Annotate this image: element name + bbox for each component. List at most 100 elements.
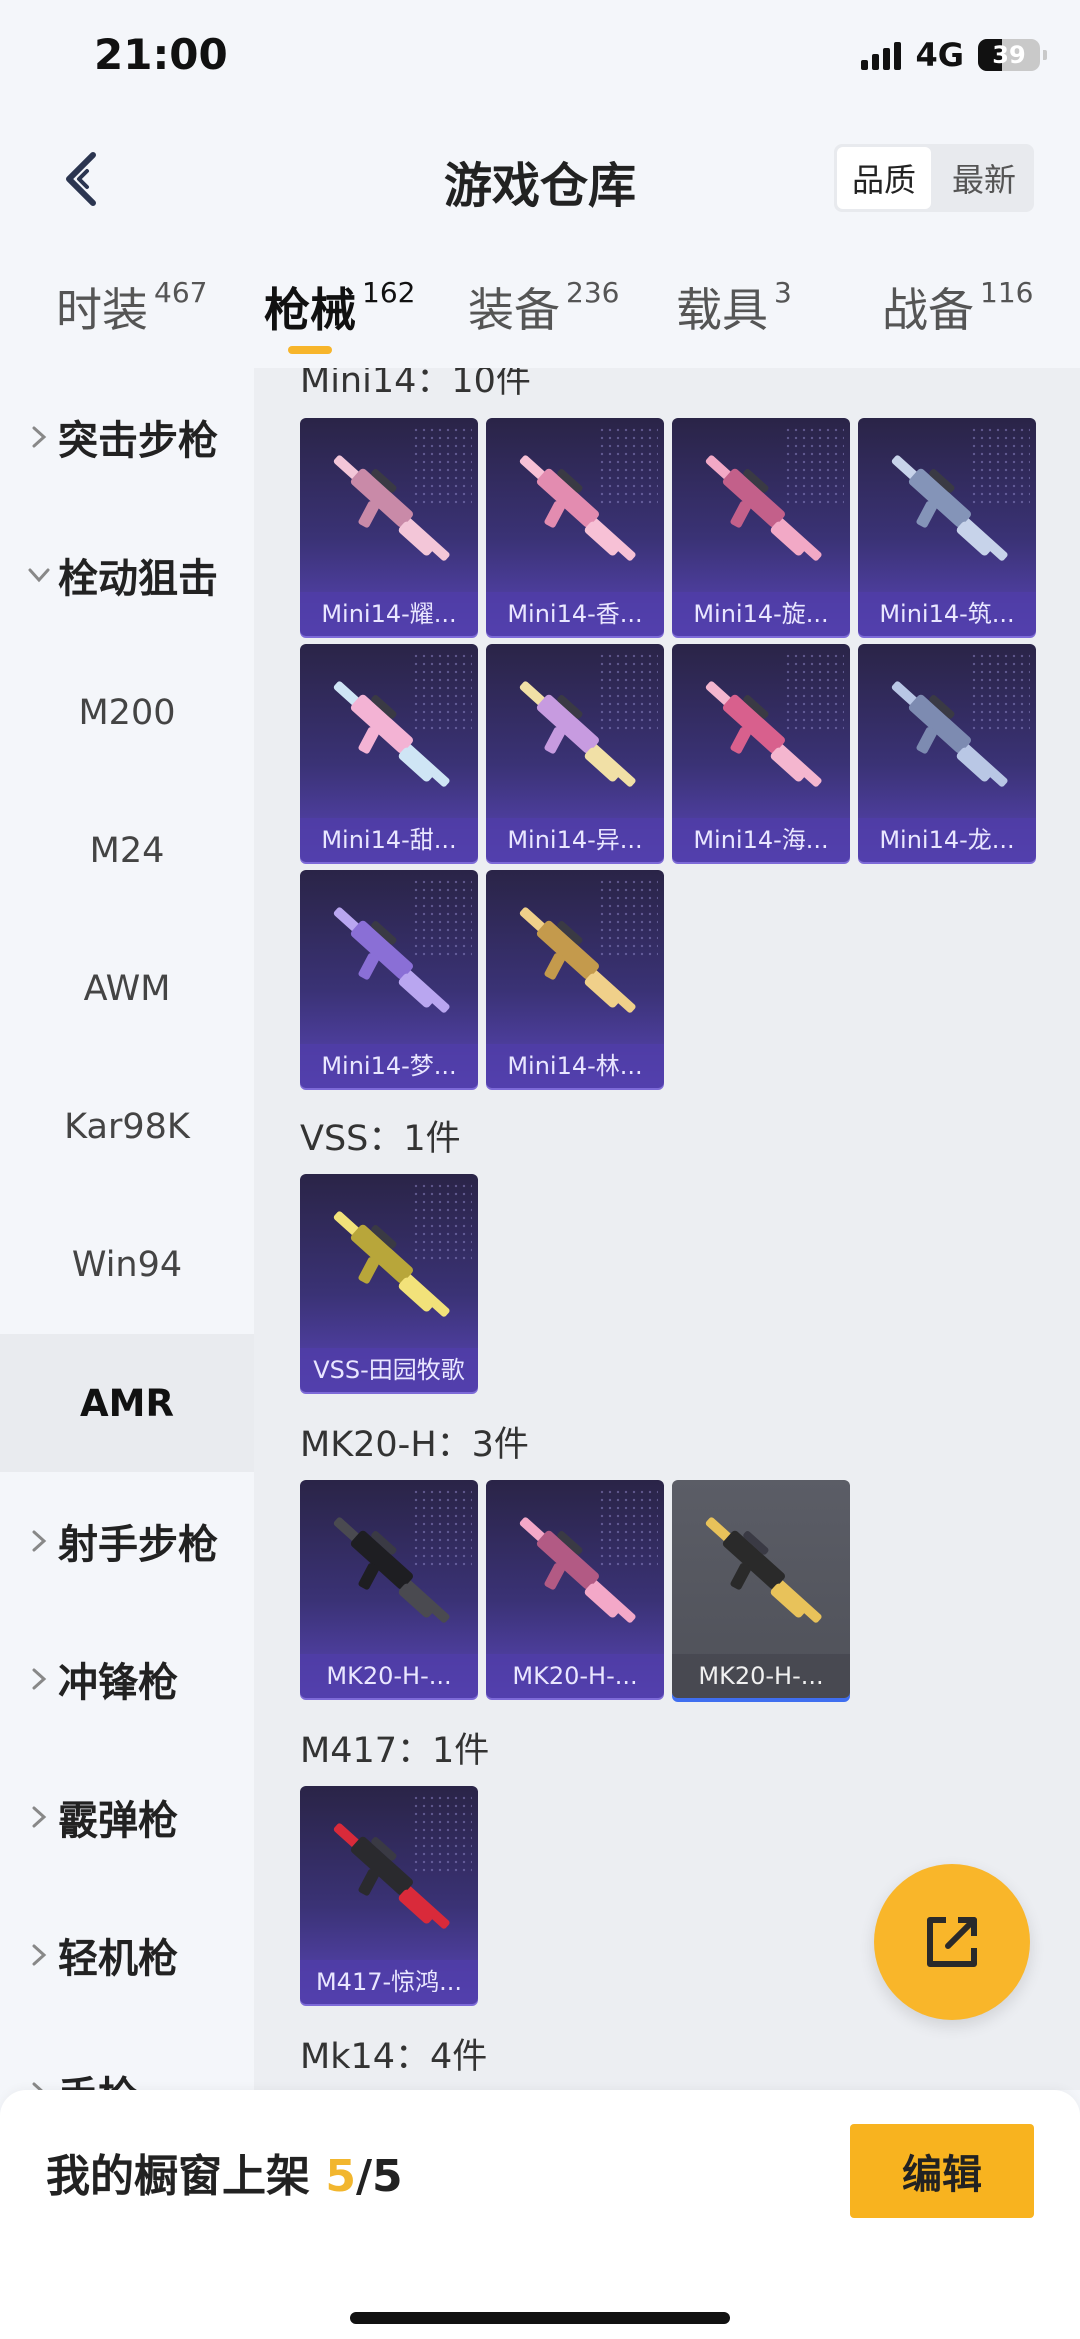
tab-equipment[interactable]: 装备 236: [468, 274, 619, 340]
weapon-tile-label: Mini14-龙...: [858, 818, 1036, 862]
weapon-tile[interactable]: Mini14-异...: [486, 644, 664, 862]
home-indicator: [350, 2312, 730, 2324]
chevron-down-icon: [22, 558, 56, 592]
sidebar-category-marksman-rifle[interactable]: 射手步枪: [0, 1472, 254, 1610]
edit-button[interactable]: 编辑: [850, 2124, 1034, 2218]
chevron-right-icon: [22, 1662, 56, 1696]
sidebar-item-m24[interactable]: M24: [0, 782, 254, 920]
category-tabs: 时装 467 枪械 162 装备 236 载具 3 战备 116: [0, 250, 1080, 368]
weapon-tile[interactable]: Mini14-旋...: [672, 418, 850, 636]
sidebar-category-label: 射手步枪: [58, 1522, 218, 1568]
sidebar-category-label: 手枪: [58, 2064, 138, 2090]
item-grid: MK20-H-... MK20-H-... MK20-H-...: [300, 1480, 1036, 1698]
status-time: 21:00: [94, 30, 228, 79]
weapon-image: [333, 681, 450, 787]
chevron-right-icon: [22, 1800, 56, 1834]
sidebar-category-label: 突击步枪: [58, 418, 218, 464]
chevron-right-icon: [22, 1938, 56, 1972]
sidebar-item-m200[interactable]: M200: [0, 644, 254, 782]
weapon-tile[interactable]: Mini14-梦...: [300, 870, 478, 1088]
tab-vehicles[interactable]: 载具 3: [676, 274, 792, 340]
weapon-tile[interactable]: Mini14-龙...: [858, 644, 1036, 862]
sidebar-category-lmg[interactable]: 轻机枪: [0, 1886, 254, 2024]
showcase-label-text: 我的橱窗上架: [46, 2151, 326, 2202]
tab-label: 战备: [882, 283, 974, 337]
weapon-image: [333, 907, 450, 1013]
weapon-image: [333, 1211, 450, 1317]
weapon-tile[interactable]: MK20-H-...: [486, 1480, 664, 1698]
sidebar-item-win94[interactable]: Win94: [0, 1196, 254, 1334]
sidebar-category-shotgun[interactable]: 霰弹枪: [0, 1748, 254, 1886]
weapon-tile-label: MK20-H-...: [300, 1654, 478, 1698]
weapon-tile[interactable]: Mini14-海...: [672, 644, 850, 862]
weapon-tile[interactable]: Mini14-甜...: [300, 644, 478, 862]
weapon-image: [891, 681, 1008, 787]
item-grid: Mini14-耀... Mini14-香... Mini14-旋... Mini14-…: [300, 418, 1036, 1088]
status-icons: 4G 39: [861, 36, 1047, 74]
weapon-image: [705, 681, 822, 787]
sidebar: 突击步枪 栓动狙击 M200 M24 AWM Kar98K Win94 AMR …: [0, 368, 254, 2090]
sidebar-category-label: 栓动狙击: [58, 556, 218, 602]
tab-count: 162: [362, 276, 416, 309]
weapon-tile-label: VSS-田园牧歌: [300, 1348, 478, 1392]
chevron-right-icon: [22, 420, 56, 454]
weapon-tile-label: MK20-H-...: [672, 1654, 850, 1698]
weapon-tile-label: Mini14-林...: [486, 1044, 664, 1088]
group-title: MK20-H：3件: [300, 1425, 529, 1465]
share-external-icon: [927, 1917, 977, 1967]
sort-quality-button[interactable]: 品质: [837, 147, 931, 209]
battery-level: 39: [992, 41, 1026, 69]
weapon-tile[interactable]: Mini14-林...: [486, 870, 664, 1088]
sort-toggle: 品质 最新: [834, 144, 1034, 212]
status-bar: 21:00 4G 39: [0, 0, 1080, 120]
weapon-image: [519, 681, 636, 787]
tab-count: 467: [154, 276, 208, 309]
tab-label: 载具: [676, 283, 768, 337]
weapon-tile-label: Mini14-异...: [486, 818, 664, 862]
weapon-tile-label: Mini14-旋...: [672, 592, 850, 636]
signal-icon: [861, 40, 902, 70]
battery-icon: 39: [978, 39, 1047, 71]
weapon-image: [333, 1517, 450, 1623]
weapon-image: [519, 907, 636, 1013]
share-button[interactable]: [874, 1864, 1030, 2020]
weapon-tile[interactable]: Mini14-耀...: [300, 418, 478, 636]
showcase-label: 我的橱窗上架 5/5: [46, 2140, 403, 2204]
weapon-tile[interactable]: MK20-H-...: [672, 1480, 850, 1698]
weapon-tile-label: MK20-H-...: [486, 1654, 664, 1698]
page-header: 游戏仓库 品质 最新: [0, 120, 1080, 240]
tab-count: 236: [566, 276, 620, 309]
weapon-image: [519, 455, 636, 561]
weapon-image: [333, 455, 450, 561]
tab-label: 时装: [56, 283, 148, 337]
sidebar-item-kar98k[interactable]: Kar98K: [0, 1058, 254, 1196]
weapon-tile[interactable]: Mini14-香...: [486, 418, 664, 636]
sidebar-category-assault-rifle[interactable]: 突击步枪: [0, 368, 254, 506]
sidebar-category-smg[interactable]: 冲锋枪: [0, 1610, 254, 1748]
weapon-tile-label: Mini14-甜...: [300, 818, 478, 862]
showcase-total: /5: [355, 2151, 403, 2202]
weapon-tile-label: M417-惊鸿...: [300, 1960, 478, 2004]
sidebar-category-pistol[interactable]: 手枪: [0, 2024, 254, 2090]
showcase-bar: 我的橱窗上架 5/5 编辑: [0, 2090, 1080, 2339]
weapon-image: [705, 1517, 822, 1623]
chevron-right-icon: [22, 1524, 56, 1558]
sidebar-item-awm[interactable]: AWM: [0, 920, 254, 1058]
weapon-tile[interactable]: MK20-H-...: [300, 1480, 478, 1698]
weapon-image: [333, 1823, 450, 1929]
chevron-right-icon: [22, 2076, 56, 2090]
tab-supplies[interactable]: 战备 116: [882, 274, 1033, 340]
weapon-tile[interactable]: M417-惊鸿...: [300, 1786, 478, 2004]
tab-firearms[interactable]: 枪械 162: [264, 274, 415, 340]
sidebar-item-amr[interactable]: AMR: [0, 1334, 254, 1472]
tab-fashion[interactable]: 时装 467: [56, 274, 207, 340]
tab-label: 装备: [468, 283, 560, 337]
showcase-count: 5: [325, 2151, 356, 2202]
sidebar-category-bolt-sniper[interactable]: 栓动狙击: [0, 506, 254, 644]
weapon-tile-label: Mini14-海...: [672, 818, 850, 862]
weapon-tile[interactable]: Mini14-筑...: [858, 418, 1036, 636]
weapon-image: [705, 455, 822, 561]
network-label: 4G: [915, 36, 964, 74]
weapon-tile[interactable]: VSS-田园牧歌: [300, 1174, 478, 1392]
sort-newest-button[interactable]: 最新: [934, 144, 1034, 212]
